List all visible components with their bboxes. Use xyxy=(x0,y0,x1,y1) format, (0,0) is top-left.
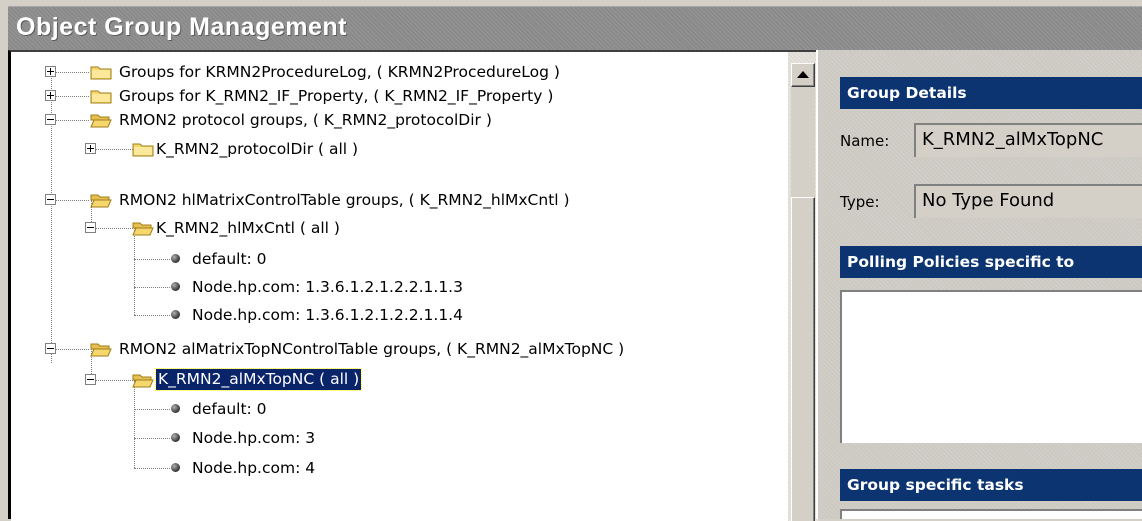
tree-connector xyxy=(134,380,135,468)
window-title: Object Group Management xyxy=(16,13,347,41)
tree-node-label: Node.hp.com: 1.3.6.1.2.1.2.2.1.1.3 xyxy=(192,278,463,296)
bullet-icon xyxy=(171,404,180,413)
tree-panel: Groups for KRMN2ProcedureLog, ( KRMN2Pro… xyxy=(8,50,819,521)
tree-connector xyxy=(134,468,170,469)
tree-connector xyxy=(134,228,135,315)
tree-connector xyxy=(91,380,133,381)
group-tasks-list[interactable] xyxy=(840,509,1142,519)
group-details-panel: Group Details Name: K_RMN2_alMxTopNC Typ… xyxy=(816,50,1142,519)
tree-node-label: RMON2 protocol groups, ( K_RMN2_protocol… xyxy=(119,111,492,129)
group-tasks-header: Group specific tasks xyxy=(840,469,1142,501)
expand-plus-icon[interactable] xyxy=(85,143,96,154)
tree-node-label: Node.hp.com: 4 xyxy=(192,459,316,477)
open-folder-icon xyxy=(132,222,154,236)
tree-connector xyxy=(134,438,170,439)
polling-policies-list[interactable] xyxy=(840,290,1142,443)
collapse-minus-icon[interactable] xyxy=(85,222,96,233)
tree-node-label: Groups for KRMN2ProcedureLog, ( KRMN2Pro… xyxy=(119,63,560,81)
tree-connector xyxy=(51,120,89,121)
scroll-up-button[interactable] xyxy=(791,63,815,87)
tree-connector xyxy=(134,287,170,288)
expand-plus-icon[interactable] xyxy=(45,90,56,101)
polling-policies-header: Polling Policies specific to xyxy=(840,246,1142,278)
bullet-icon xyxy=(171,254,180,263)
folder-icon xyxy=(132,143,154,157)
type-label: Type: xyxy=(840,193,880,211)
bullet-icon xyxy=(171,433,180,442)
tree-node-label: RMON2 hlMatrixControlTable groups, ( K_R… xyxy=(119,191,570,209)
collapse-minus-icon[interactable] xyxy=(45,343,56,354)
type-field[interactable]: No Type Found xyxy=(914,184,1142,218)
tree-connector xyxy=(134,409,170,410)
tree-node-label: default: 0 xyxy=(192,250,267,268)
title-bar: Object Group Management xyxy=(8,6,1142,50)
folder-icon xyxy=(90,90,112,104)
group-details-header: Group Details xyxy=(840,77,1142,109)
name-field[interactable]: K_RMN2_alMxTopNC xyxy=(914,123,1142,157)
open-folder-icon xyxy=(132,374,154,388)
open-folder-icon xyxy=(90,343,112,357)
expand-plus-icon[interactable] xyxy=(45,66,56,77)
tree-node-label: K_RMN2_protocolDir ( all ) xyxy=(156,140,359,158)
tree-connector xyxy=(91,149,133,150)
tree-node-label: Node.hp.com: 1.3.6.1.2.1.2.2.1.1.4 xyxy=(192,306,463,324)
tree-connector xyxy=(134,259,170,260)
open-folder-icon xyxy=(90,114,112,128)
scroll-track[interactable] xyxy=(791,87,815,197)
tree-node-label: Groups for K_RMN2_IF_Property, ( K_RMN2_… xyxy=(119,87,554,105)
open-folder-icon xyxy=(90,194,112,208)
tree-connector xyxy=(51,72,89,73)
vertical-scrollbar[interactable] xyxy=(788,52,819,521)
object-group-tree[interactable]: Groups for KRMN2ProcedureLog, ( KRMN2Pro… xyxy=(11,52,788,521)
tree-connector xyxy=(91,228,133,229)
tree-node-label: default: 0 xyxy=(192,400,267,418)
tree-node-label: K_RMN2_hlMxCntl ( all ) xyxy=(156,219,340,237)
tree-connector xyxy=(51,200,89,201)
tree-node-label: Node.hp.com: 3 xyxy=(192,429,316,447)
name-label: Name: xyxy=(840,132,890,150)
tree-connector xyxy=(51,96,89,97)
tree-node-label: K_RMN2_alMxTopNC ( all ) xyxy=(154,368,363,391)
collapse-minus-icon[interactable] xyxy=(45,194,56,205)
collapse-minus-icon[interactable] xyxy=(45,114,56,125)
folder-icon xyxy=(90,66,112,80)
bullet-icon xyxy=(171,282,180,291)
collapse-minus-icon[interactable] xyxy=(85,374,96,385)
bullet-icon xyxy=(171,463,180,472)
tree-connector xyxy=(134,315,170,316)
tree-connector xyxy=(51,349,89,350)
bullet-icon xyxy=(171,310,180,319)
tree-node-label: RMON2 alMatrixTopNControlTable groups, (… xyxy=(119,340,625,358)
scroll-thumb[interactable] xyxy=(791,197,815,521)
